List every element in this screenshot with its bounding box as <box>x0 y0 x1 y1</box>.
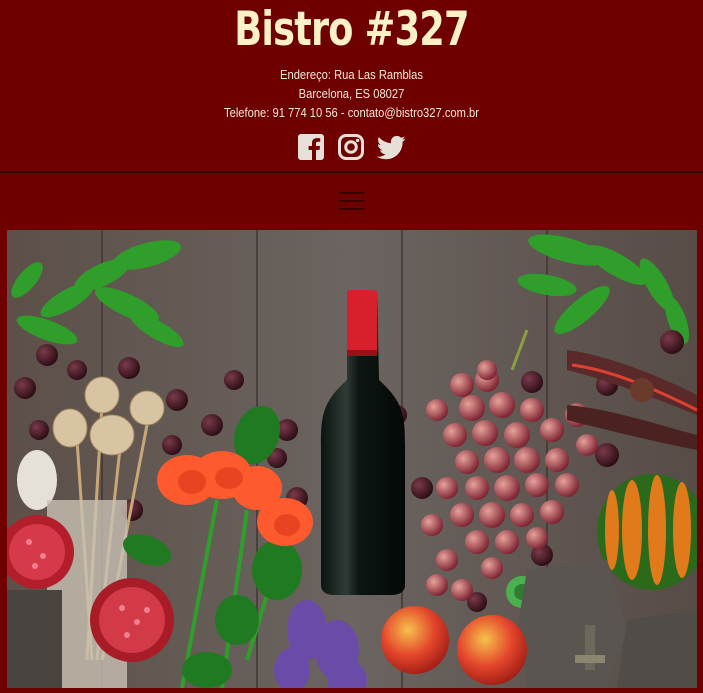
contact-line: Telefone: 91 774 10 56 - contato@bistro3… <box>224 105 479 120</box>
facebook-icon[interactable] <box>297 133 325 161</box>
address-line: Endereço: Rua Las Ramblas <box>280 67 423 82</box>
twitter-icon[interactable] <box>376 133 407 161</box>
city-line: Barcelona, ES 08027 <box>298 86 405 101</box>
hero-image <box>7 230 697 688</box>
site-title[interactable]: Bistro #327 <box>77 2 625 57</box>
site-header: Bistro #327 Endereço: Rua Las Ramblas Ba… <box>0 0 703 172</box>
social-links <box>0 133 703 161</box>
hamburger-menu-icon[interactable] <box>339 190 364 212</box>
instagram-icon[interactable] <box>337 133 365 161</box>
navigation-bar <box>0 173 703 229</box>
